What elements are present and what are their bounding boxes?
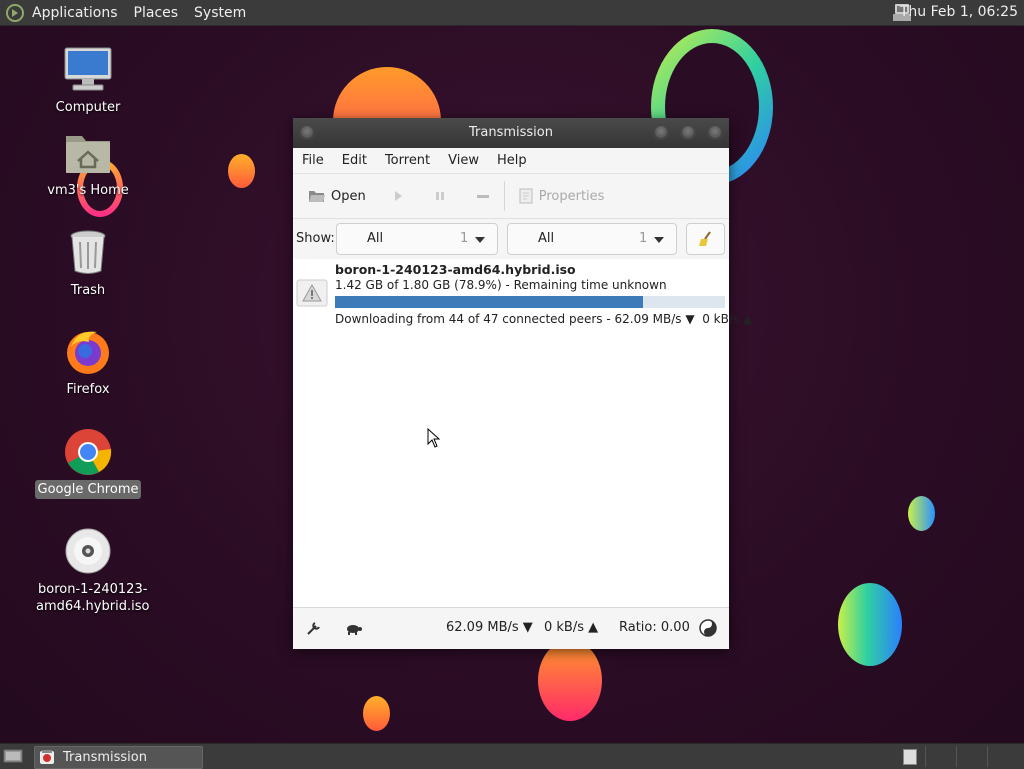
menu-file[interactable]: File — [293, 153, 333, 168]
open-button[interactable]: Open — [302, 181, 372, 211]
menu-view[interactable]: View — [439, 153, 488, 168]
pause-button[interactable] — [428, 181, 452, 211]
menu-torrent[interactable]: Torrent — [376, 153, 439, 168]
menu-system[interactable]: System — [186, 5, 254, 21]
show-label: Show: — [296, 231, 335, 246]
desktop-icon-computer[interactable]: Computer — [33, 45, 143, 117]
ratio[interactable]: Ratio: 0.00 — [619, 620, 690, 635]
menu-applications[interactable]: Applications — [24, 5, 126, 21]
tracker-filter-combo[interactable]: All 1 — [507, 223, 677, 255]
torrent-name: boron-1-240123-amd64.hybrid.iso — [335, 262, 576, 277]
broom-icon — [699, 231, 711, 246]
disc-image-icon — [63, 527, 113, 577]
activity-filter-count: 1 — [460, 231, 469, 246]
torrent-progress-bar — [335, 296, 725, 308]
wallpaper-blob — [908, 496, 935, 531]
wallpaper-blob — [538, 640, 602, 721]
transmission-app-icon — [40, 750, 54, 764]
computer-icon — [63, 45, 113, 95]
workspace-switcher-4[interactable] — [988, 746, 1018, 767]
toolbar: Open Properties — [293, 174, 729, 219]
tracker-filter-value: All — [538, 231, 555, 246]
torrent-list[interactable]: boron-1-240123-amd64.hybrid.iso 1.42 GB … — [293, 259, 752, 607]
trash-icon — [63, 228, 113, 278]
desktop-icon-iso[interactable]: boron-1-240123- amd64.hybrid.iso — [33, 527, 149, 616]
chrome-icon — [63, 427, 113, 477]
torrent-status: Downloading from 44 of 47 connected peer… — [335, 312, 753, 326]
properties-label: Properties — [538, 188, 605, 204]
clear-filter-button[interactable] — [686, 223, 725, 255]
menu-help[interactable]: Help — [488, 153, 536, 168]
wallpaper-blob — [838, 583, 902, 666]
menubar: File Edit Torrent View Help — [293, 148, 729, 174]
menu-edit[interactable]: Edit — [333, 153, 376, 168]
filterbar: Show: All 1 All 1 — [293, 219, 729, 262]
firefox-icon — [63, 327, 113, 377]
mouse-cursor-icon — [427, 428, 441, 448]
desktop-icon-home[interactable]: vm3's Home — [33, 128, 143, 200]
tracker-filter-count: 1 — [639, 231, 648, 246]
chevron-down-icon — [475, 237, 485, 243]
menu-places[interactable]: Places — [126, 5, 187, 21]
desktop-icon-label: boron-1-240123- amd64.hybrid.iso — [36, 582, 150, 614]
home-folder-icon — [63, 128, 113, 178]
desktop-icon-label: vm3's Home — [47, 183, 129, 198]
toolbar-separator — [503, 181, 505, 211]
workspace-switcher-3[interactable] — [957, 746, 988, 767]
minimize-button[interactable] — [653, 124, 669, 140]
remove-button[interactable] — [470, 181, 496, 211]
wallpaper-blob — [363, 696, 390, 731]
play-icon — [394, 191, 402, 201]
statusbar: 62.09 MB/s ▼ 0 kB/s ▲ Ratio: 0.00 — [293, 607, 729, 649]
torrent-row[interactable]: boron-1-240123-amd64.hybrid.iso 1.42 GB … — [293, 259, 752, 329]
window-titlebar[interactable]: Transmission — [293, 118, 729, 148]
clock[interactable]: Thu Feb 1, 06:25 — [900, 4, 1018, 20]
ratio-mode-icon[interactable] — [699, 619, 717, 637]
workspace-switcher-2[interactable] — [926, 746, 957, 767]
taskbar-item-label: Transmission — [63, 750, 147, 765]
workspace-window-thumb — [903, 749, 917, 765]
desktop-icon-firefox[interactable]: Firefox — [33, 327, 143, 399]
warning-icon — [296, 279, 328, 307]
properties-icon — [519, 188, 533, 204]
torrent-progress-fill — [335, 296, 643, 308]
window-menu-button[interactable] — [299, 124, 315, 140]
distro-logo-icon[interactable] — [6, 3, 24, 22]
close-button[interactable] — [707, 124, 723, 140]
maximize-button[interactable] — [680, 124, 696, 140]
properties-button[interactable]: Properties — [513, 181, 611, 211]
torrent-progress-text: 1.42 GB of 1.80 GB (78.9%) - Remaining t… — [335, 278, 667, 292]
desktop-icon-chrome[interactable]: Google Chrome — [33, 427, 143, 499]
download-speed: 62.09 MB/s ▼ — [446, 620, 533, 635]
upload-speed: 0 kB/s ▲ — [544, 620, 599, 635]
window-title: Transmission — [469, 125, 553, 140]
desktop-icon-label: Trash — [70, 283, 106, 298]
desktop-icon-trash[interactable]: Trash — [33, 228, 143, 300]
top-panel: Applications Places System Thu Feb 1, 06… — [0, 0, 1024, 26]
transmission-window: Transmission File Edit Torrent View Help… — [293, 118, 752, 649]
taskbar-item-transmission[interactable]: Transmission — [34, 746, 203, 769]
folder-open-icon — [309, 191, 325, 202]
turtle-icon[interactable] — [344, 622, 364, 636]
bottom-panel: Transmission — [0, 743, 1024, 769]
pause-icon — [435, 192, 444, 200]
start-button[interactable] — [386, 181, 410, 211]
desktop-icon-label: Computer — [55, 100, 121, 115]
workspace-switcher-1[interactable] — [895, 746, 926, 767]
desktop-icon-label: Firefox — [66, 382, 110, 397]
activity-filter-value: All — [367, 231, 384, 246]
chevron-down-icon — [654, 237, 664, 243]
open-label: Open — [331, 188, 366, 204]
desktop-icon-label: Google Chrome — [34, 480, 142, 499]
remove-icon — [476, 195, 489, 198]
wallpaper-blob — [228, 154, 255, 188]
activity-filter-combo[interactable]: All 1 — [336, 223, 498, 255]
show-desktop-icon[interactable] — [3, 748, 23, 764]
preferences-wrench-icon[interactable] — [305, 619, 323, 637]
